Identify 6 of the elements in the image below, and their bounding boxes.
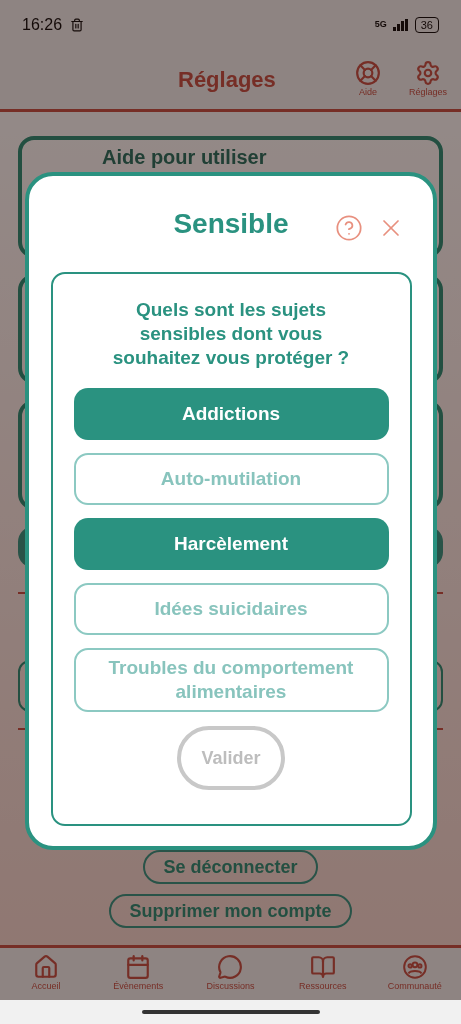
question-text: Quels sont les sujets sensibles dont vous souhaitez vous protéger ? [111,298,351,370]
page-title: Réglages [178,66,276,94]
battery-indicator: 36 [414,17,439,33]
network-label: 5G [374,18,387,32]
status-time: 16:26 [22,15,63,35]
dialog-title: Sensible [173,207,289,241]
